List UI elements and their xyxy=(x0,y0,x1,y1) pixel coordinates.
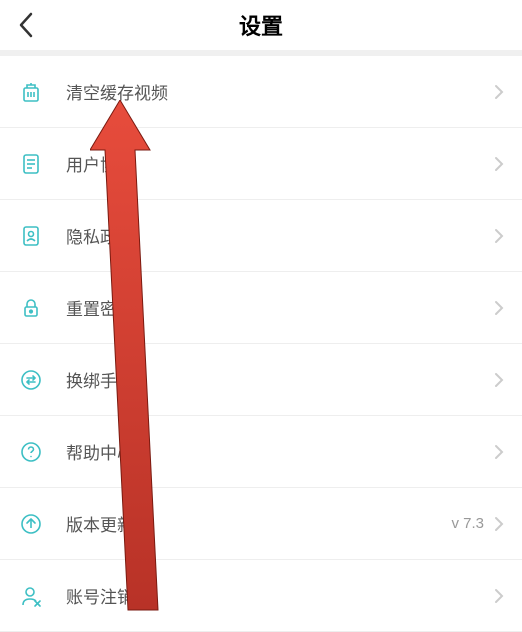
list-item-version-update[interactable]: 版本更新 v 7.3 xyxy=(0,488,522,560)
privacy-icon xyxy=(18,223,44,249)
chevron-right-icon xyxy=(494,516,504,532)
version-value: v 7.3 xyxy=(451,515,484,532)
chevron-right-icon xyxy=(494,228,504,244)
chevron-right-icon xyxy=(494,372,504,388)
trash-icon xyxy=(18,79,44,105)
chevron-right-icon xyxy=(494,444,504,460)
list-item-label: 帮助中心 xyxy=(66,439,494,464)
page-title: 设置 xyxy=(0,9,522,41)
update-icon xyxy=(18,511,44,537)
doc-icon xyxy=(18,151,44,177)
list-item-help-center[interactable]: 帮助中心 xyxy=(0,416,522,488)
help-icon xyxy=(18,439,44,465)
list-item-clear-cache[interactable]: 清空缓存视频 xyxy=(0,56,522,128)
list-item-label: 清空缓存视频 xyxy=(66,79,494,104)
lock-icon xyxy=(18,295,44,321)
user-x-icon xyxy=(18,583,44,609)
chevron-right-icon xyxy=(494,300,504,316)
settings-list: 清空缓存视频 用户协议 隐私政策 xyxy=(0,56,522,632)
swap-icon xyxy=(18,367,44,393)
header: 设置 xyxy=(0,0,522,56)
list-item-label: 版本更新 xyxy=(66,511,451,536)
list-item-privacy-policy[interactable]: 隐私政策 xyxy=(0,200,522,272)
list-item-label: 隐私政策 xyxy=(66,223,494,248)
chevron-right-icon xyxy=(494,84,504,100)
list-item-user-agreement[interactable]: 用户协议 xyxy=(0,128,522,200)
list-item-label: 重置密码 xyxy=(66,295,494,320)
chevron-right-icon xyxy=(494,588,504,604)
chevron-right-icon xyxy=(494,156,504,172)
list-item-label: 换绑手机 xyxy=(66,367,494,392)
back-button[interactable] xyxy=(14,13,38,37)
back-icon xyxy=(18,11,34,39)
list-item-change-phone[interactable]: 换绑手机 xyxy=(0,344,522,416)
list-item-reset-password[interactable]: 重置密码 xyxy=(0,272,522,344)
list-item-logout-account[interactable]: 账号注销 xyxy=(0,560,522,632)
list-item-label: 用户协议 xyxy=(66,151,494,176)
list-item-label: 账号注销 xyxy=(66,583,494,608)
